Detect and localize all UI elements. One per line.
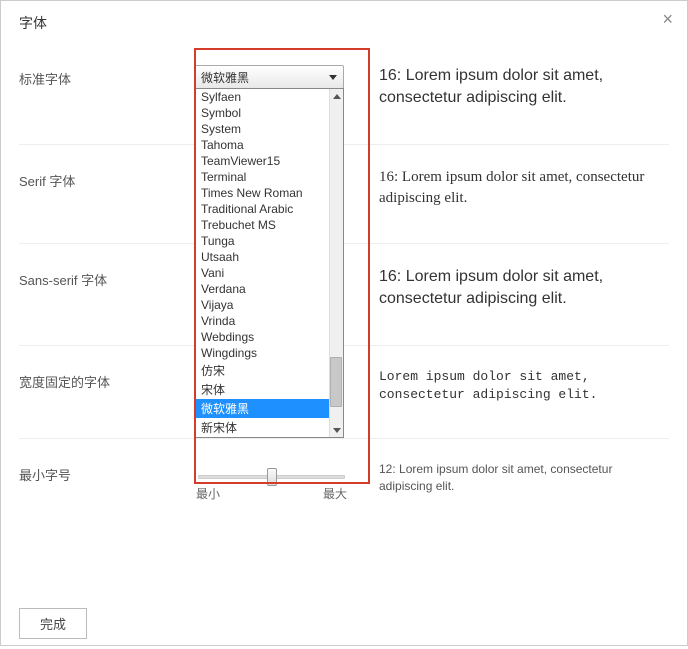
dropdown-option[interactable]: Symbol bbox=[195, 105, 329, 121]
scroll-down-icon[interactable] bbox=[330, 423, 343, 437]
sample-standard-font: 16: Lorem ipsum dolor sit amet, consecte… bbox=[349, 65, 669, 110]
dropdown-scrollbar-thumb[interactable] bbox=[330, 357, 342, 407]
done-button[interactable]: 完成 bbox=[19, 608, 87, 639]
row-sans-font: Sans-serif 字体 16: Lorem ipsum dolor sit … bbox=[19, 244, 669, 346]
label-sans-font: Sans-serif 字体 bbox=[19, 266, 194, 289]
dropdown-option[interactable]: Vijaya bbox=[195, 297, 329, 313]
min-size-slider-wrap: 最小 最大 bbox=[194, 461, 349, 502]
dropdown-scrollbar-track[interactable] bbox=[329, 89, 343, 437]
dropdown-option[interactable]: Tunga bbox=[195, 233, 329, 249]
close-icon[interactable]: × bbox=[662, 9, 673, 30]
label-min-size: 最小字号 bbox=[19, 461, 194, 484]
sample-fixed-font: Lorem ipsum dolor sit amet, consectetur … bbox=[349, 368, 669, 404]
row-standard-font: 标准字体 微软雅黑 SylfaenSymbolSystemTahomaTeamV… bbox=[19, 43, 669, 145]
sample-serif-font: 16: Lorem ipsum dolor sit amet, consecte… bbox=[349, 167, 669, 209]
min-size-slider-labels: 最小 最大 bbox=[194, 485, 349, 502]
dropdown-option[interactable]: Sylfaen bbox=[195, 89, 329, 105]
dropdown-option[interactable]: Terminal bbox=[195, 169, 329, 185]
dropdown-option[interactable]: System bbox=[195, 121, 329, 137]
label-fixed-font: 宽度固定的字体 bbox=[19, 368, 194, 391]
dropdown-option[interactable]: Trebuchet MS bbox=[195, 217, 329, 233]
dialog-title: 字体 bbox=[19, 13, 669, 33]
dropdown-option[interactable]: Verdana bbox=[195, 281, 329, 297]
dropdown-option[interactable]: 新宋体 bbox=[195, 418, 329, 437]
dropdown-option[interactable]: Vrinda bbox=[195, 313, 329, 329]
dropdown-option[interactable]: TeamViewer15 bbox=[195, 153, 329, 169]
dialog-content: 标准字体 微软雅黑 SylfaenSymbolSystemTahomaTeamV… bbox=[1, 43, 687, 598]
dialog-footer: 完成 bbox=[1, 598, 687, 649]
label-standard-font: 标准字体 bbox=[19, 65, 194, 88]
scroll-up-icon[interactable] bbox=[330, 89, 343, 103]
dropdown-option[interactable]: 宋体 bbox=[195, 380, 329, 399]
row-fixed-font: 宽度固定的字体 新宋体 Lorem ipsum dolor sit amet, … bbox=[19, 346, 669, 439]
dropdown-standard-font-list[interactable]: SylfaenSymbolSystemTahomaTeamViewer15Ter… bbox=[194, 88, 344, 438]
dropdown-option[interactable]: 仿宋 bbox=[195, 361, 329, 380]
label-serif-font: Serif 字体 bbox=[19, 167, 194, 190]
slider-min-label: 最小 bbox=[196, 485, 220, 502]
min-size-slider-thumb[interactable] bbox=[267, 468, 277, 486]
row-serif-font: Serif 字体 16: Lorem ipsum dolor sit amet,… bbox=[19, 145, 669, 244]
sample-min-size: 12: Lorem ipsum dolor sit amet, consecte… bbox=[349, 461, 669, 495]
control-min-size: 最小 最大 bbox=[194, 461, 349, 502]
dropdown-option[interactable]: Tahoma bbox=[195, 137, 329, 153]
dropdown-option[interactable]: Wingdings bbox=[195, 345, 329, 361]
min-size-slider-track[interactable] bbox=[198, 475, 345, 479]
sample-sans-font: 16: Lorem ipsum dolor sit amet, consecte… bbox=[349, 266, 669, 311]
dropdown-standard-font-value: 微软雅黑 bbox=[201, 69, 249, 86]
dropdown-option[interactable]: Traditional Arabic bbox=[195, 201, 329, 217]
slider-max-label: 最大 bbox=[323, 485, 347, 502]
dropdown-option[interactable]: Webdings bbox=[195, 329, 329, 345]
control-standard-font: 微软雅黑 SylfaenSymbolSystemTahomaTeamViewer… bbox=[194, 65, 349, 89]
dropdown-standard-font[interactable]: 微软雅黑 bbox=[194, 65, 344, 89]
dropdown-option[interactable]: Utsaah bbox=[195, 249, 329, 265]
dialog-header: 字体 × bbox=[1, 1, 687, 43]
dropdown-option[interactable]: Vani bbox=[195, 265, 329, 281]
dropdown-option[interactable]: 微软雅黑 bbox=[195, 399, 329, 418]
chevron-down-icon bbox=[329, 75, 337, 80]
row-min-size: 最小字号 最小 最大 12: Lorem ipsum dolor sit ame… bbox=[19, 439, 669, 536]
dropdown-option[interactable]: Times New Roman bbox=[195, 185, 329, 201]
